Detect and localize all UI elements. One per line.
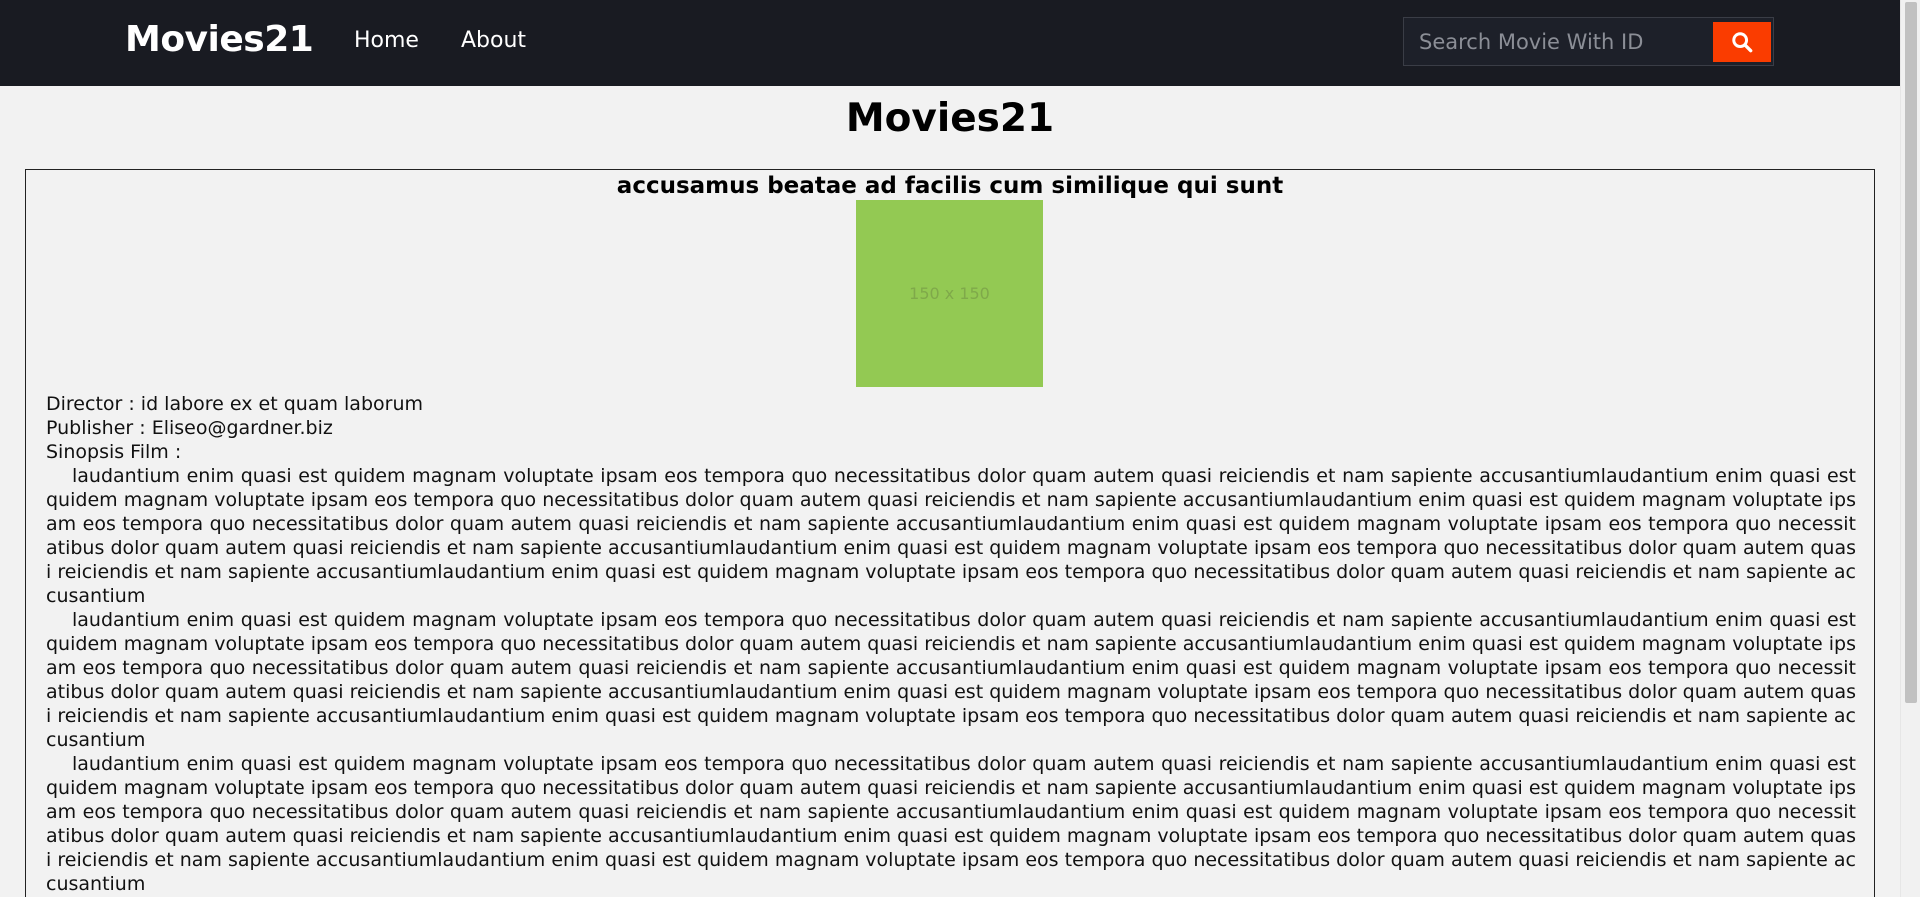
- synopsis-paragraph: laudantium enim quasi est quidem magnam …: [46, 609, 1856, 751]
- nav-link-home[interactable]: Home: [354, 28, 419, 53]
- brand-logo[interactable]: Movies21: [125, 19, 314, 60]
- scrollbar-thumb[interactable]: [1905, 2, 1917, 703]
- navbar: Movies21 Home About: [0, 0, 1900, 86]
- nav-link-about[interactable]: About: [461, 28, 526, 53]
- page-scrollbar[interactable]: [1900, 0, 1920, 897]
- poster-placeholder-label: 150 x 150: [909, 284, 990, 303]
- search-button[interactable]: [1713, 22, 1771, 62]
- search-form: [1403, 17, 1774, 66]
- synopsis-paragraph: laudantium enim quasi est quidem magnam …: [46, 753, 1856, 895]
- movie-poster: 150 x 150: [856, 200, 1043, 387]
- movie-details: Director : id labore ex et quam laborum …: [46, 392, 1856, 896]
- synopsis-label: Sinopsis Film :: [46, 441, 182, 463]
- synopsis-paragraph: laudantium enim quasi est quidem magnam …: [46, 465, 1856, 607]
- director-text: Director : id labore ex et quam laborum: [46, 393, 423, 415]
- movie-title: accusamus beatae ad facilis cum similiqu…: [616, 173, 1284, 199]
- publisher-text: Publisher : Eliseo@gardner.biz: [46, 417, 333, 439]
- page-title: Movies21: [845, 96, 1055, 141]
- search-icon: [1732, 32, 1753, 53]
- search-input[interactable]: [1404, 18, 1714, 65]
- movie-card: accusamus beatae ad facilis cum similiqu…: [25, 169, 1875, 897]
